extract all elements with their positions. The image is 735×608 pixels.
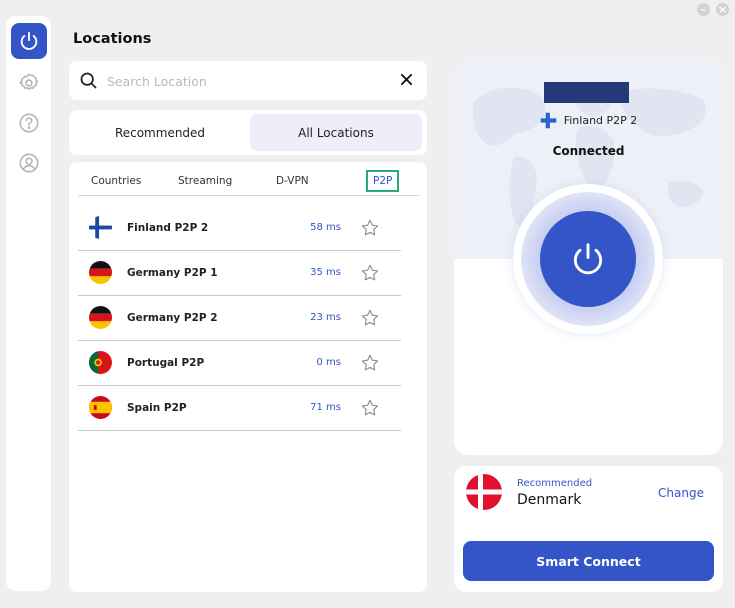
server-name: Germany P2P 2 [127,312,218,324]
server-ping: 35 ms [310,267,341,278]
connection-status-card: Finland P2P 2 Connected [454,62,723,455]
user-icon [19,153,39,173]
tab-p2p[interactable]: P2P [366,170,400,192]
search-bar [69,61,427,100]
power-icon [20,31,38,50]
location-filter: Recommended All Locations [69,110,427,155]
minimize-button[interactable]: – [697,3,710,16]
tab-streaming[interactable]: Streaming [178,175,232,187]
sidebar-item-settings[interactable] [11,65,47,101]
server-ping: 0 ms [316,357,342,368]
favorite-star-icon[interactable] [360,398,380,418]
connection-state: Connected [552,144,625,158]
window-controls: – × [697,3,729,16]
search-icon [80,72,97,89]
close-button[interactable]: × [716,3,729,16]
denmark-flag-icon [466,474,502,510]
sidebar-item-help[interactable] [11,105,47,141]
clear-icon[interactable] [400,73,413,86]
server-row[interactable]: Germany P2P 1 35 ms [78,251,401,296]
server-row[interactable]: Portugal P2P 0 ms [78,341,401,386]
server-name: Germany P2P 1 [127,267,218,279]
smart-connect-button[interactable]: Smart Connect [463,541,714,581]
ip-address-mask [544,82,629,103]
tab-dvpn[interactable]: D-VPN [276,175,309,187]
recommended-country: Denmark [517,492,582,508]
page-title: Locations [73,31,152,47]
portugal-flag-icon [89,351,112,374]
server-ping: 23 ms [310,312,341,323]
favorite-star-icon[interactable] [360,353,380,373]
favorite-star-icon[interactable] [360,263,380,283]
server-list: Finland P2P 2 58 ms Germany P2P 1 35 ms … [78,206,401,431]
connect-toggle-button[interactable] [540,211,636,307]
tab-countries[interactable]: Countries [91,175,141,187]
server-row[interactable]: Germany P2P 2 23 ms [78,296,401,341]
server-name: Finland P2P 2 [127,222,209,234]
germany-flag-icon [89,261,112,284]
power-icon [573,243,603,275]
favorite-star-icon[interactable] [360,218,380,238]
server-ping: 71 ms [310,402,341,413]
power-ring [513,184,663,334]
sidebar [6,16,51,591]
server-row[interactable]: Spain P2P 71 ms [78,386,401,431]
recommended-label: Recommended [517,478,593,489]
recommended-tab[interactable]: Recommended [73,114,247,151]
server-ping: 58 ms [310,222,341,233]
sidebar-item-power[interactable] [11,23,47,59]
search-input[interactable] [107,69,387,93]
finland-flag-icon [89,216,112,239]
favorite-star-icon[interactable] [360,308,380,328]
germany-flag-icon [89,306,112,329]
spain-flag-icon [89,396,112,419]
all-locations-tab[interactable]: All Locations [250,114,422,151]
category-tabs: Countries Streaming D-VPN P2P [78,168,420,196]
change-button[interactable]: Change [658,486,704,500]
current-location-name: Finland P2P 2 [563,114,638,127]
question-icon [19,113,39,133]
gear-icon [19,73,39,90]
sidebar-item-account[interactable] [11,145,47,181]
finland-flag-icon [540,112,557,129]
server-row[interactable]: Finland P2P 2 58 ms [78,206,401,251]
recommended-card: Recommended Denmark Change Smart Connect [454,466,723,592]
server-list-panel: Countries Streaming D-VPN P2P Finland P2… [69,162,427,592]
server-name: Portugal P2P [127,357,205,369]
server-name: Spain P2P [127,402,187,414]
current-location: Finland P2P 2 [454,112,723,129]
